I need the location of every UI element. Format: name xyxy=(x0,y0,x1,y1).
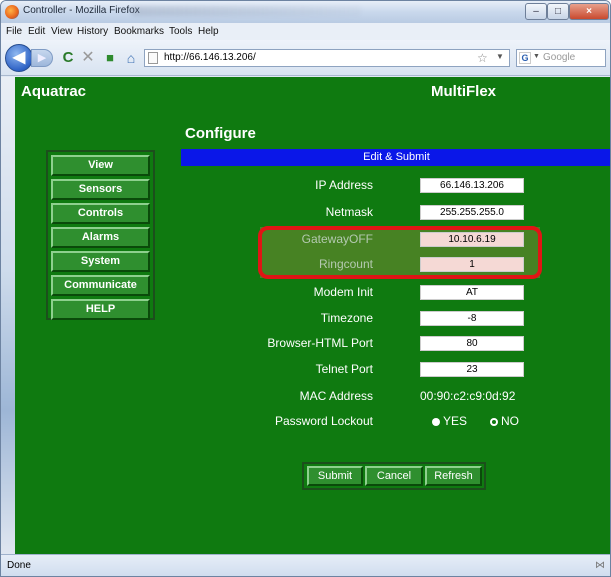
page-content: Aquatrac MultiFlex View Sensors Controls… xyxy=(15,77,610,554)
page-icon xyxy=(148,52,158,64)
radio-no[interactable] xyxy=(490,418,498,426)
timezone-label: Timezone xyxy=(320,311,373,325)
maximize-button[interactable]: □ xyxy=(547,3,569,20)
url-bar[interactable]: http://66.146.13.206/ ☆ ▼ xyxy=(144,49,510,67)
nav-communicate[interactable]: Communicate xyxy=(51,275,150,296)
browser-port-field[interactable]: 80 xyxy=(420,336,524,351)
bookmark-star-icon[interactable]: ☆ xyxy=(477,51,488,65)
nav-controls[interactable]: Controls xyxy=(51,203,150,224)
cancel-button[interactable]: Cancel xyxy=(365,466,423,486)
search-input[interactable]: Google xyxy=(543,52,575,63)
reload-icon[interactable]: C xyxy=(59,49,77,67)
status-text: Done xyxy=(7,560,31,571)
menu-history[interactable]: History xyxy=(77,26,108,37)
resize-grip-icon[interactable]: ⋈ xyxy=(595,560,605,571)
product-title: MultiFlex xyxy=(431,83,497,100)
modem-init-field[interactable]: AT xyxy=(420,285,524,300)
page-margin xyxy=(1,77,15,554)
browser-window: Controller - Mozilla Firefox – □ × File … xyxy=(0,0,611,577)
page-title: Configure xyxy=(185,125,256,142)
title-bar: Controller - Mozilla Firefox – □ × xyxy=(1,1,610,23)
ip-address-field[interactable]: 66.146.13.206 xyxy=(420,178,524,193)
menu-edit[interactable]: Edit xyxy=(28,26,45,37)
mac-address-label: MAC Address xyxy=(299,389,373,403)
menu-view[interactable]: View xyxy=(51,26,73,37)
window-title: Controller - Mozilla Firefox xyxy=(23,5,140,16)
menu-help[interactable]: Help xyxy=(198,26,219,37)
radio-yes-label: YES xyxy=(443,414,468,428)
netmask-label: Netmask xyxy=(325,205,373,219)
telnet-port-field[interactable]: 23 xyxy=(420,362,524,377)
form-action-buttons: Submit Cancel Refresh xyxy=(302,462,486,490)
nav-help[interactable]: HELP xyxy=(51,299,150,320)
search-engine-dropdown-icon[interactable]: ▼ xyxy=(533,53,540,60)
password-lockout-label: Password Lockout xyxy=(274,414,373,428)
mac-address-value: 00:90:c2:c9:0d:92 xyxy=(420,389,516,403)
stop-icon[interactable]: ✕ xyxy=(79,49,97,67)
timezone-field[interactable]: -8 xyxy=(420,311,524,326)
back-arrow-icon[interactable]: ◀ xyxy=(5,44,33,72)
radio-no-label: NO xyxy=(501,414,519,428)
modem-init-label: Modem Init xyxy=(313,285,373,299)
highlight-ring xyxy=(258,226,542,279)
navigation-toolbar: ◀ ▶ C ✕ ■ ⌂ http://66.146.13.206/ ☆ ▼ G … xyxy=(1,40,610,76)
close-button[interactable]: × xyxy=(569,3,609,20)
search-bar[interactable]: G ▼ Google xyxy=(516,49,606,67)
ip-address-label: IP Address xyxy=(315,178,373,192)
url-dropdown-icon[interactable]: ▼ xyxy=(496,52,504,61)
addon-icon[interactable]: ■ xyxy=(101,49,119,67)
menu-tools[interactable]: Tools xyxy=(169,26,192,37)
browser-port-label: Browser-HTML Port xyxy=(267,336,373,350)
nav-system[interactable]: System xyxy=(51,251,150,272)
menu-bar: File Edit View History Bookmarks Tools H… xyxy=(1,23,610,40)
menu-bookmarks[interactable]: Bookmarks xyxy=(114,26,164,37)
menu-file[interactable]: File xyxy=(6,26,22,37)
minimize-button[interactable]: – xyxy=(525,3,547,20)
submit-button[interactable]: Submit xyxy=(307,466,363,486)
home-icon[interactable]: ⌂ xyxy=(122,49,140,67)
form-header: Edit & Submit xyxy=(181,149,610,166)
refresh-button[interactable]: Refresh xyxy=(425,466,482,486)
brand-title: Aquatrac xyxy=(21,83,87,100)
google-icon[interactable]: G xyxy=(519,52,531,64)
blurred-title-text xyxy=(131,6,361,16)
status-bar: Done ⋈ xyxy=(1,554,610,576)
nav-sensors[interactable]: Sensors xyxy=(51,179,150,200)
firefox-icon xyxy=(5,5,19,19)
radio-yes-selected[interactable] xyxy=(432,418,440,426)
telnet-port-label: Telnet Port xyxy=(315,362,373,376)
url-text[interactable]: http://66.146.13.206/ xyxy=(164,52,256,63)
forward-arrow-icon[interactable]: ▶ xyxy=(31,49,53,67)
nav-alarms[interactable]: Alarms xyxy=(51,227,150,248)
nav-view[interactable]: View xyxy=(51,155,150,176)
side-navigation: View Sensors Controls Alarms System Comm… xyxy=(46,150,155,320)
netmask-field[interactable]: 255.255.255.0 xyxy=(420,205,524,220)
